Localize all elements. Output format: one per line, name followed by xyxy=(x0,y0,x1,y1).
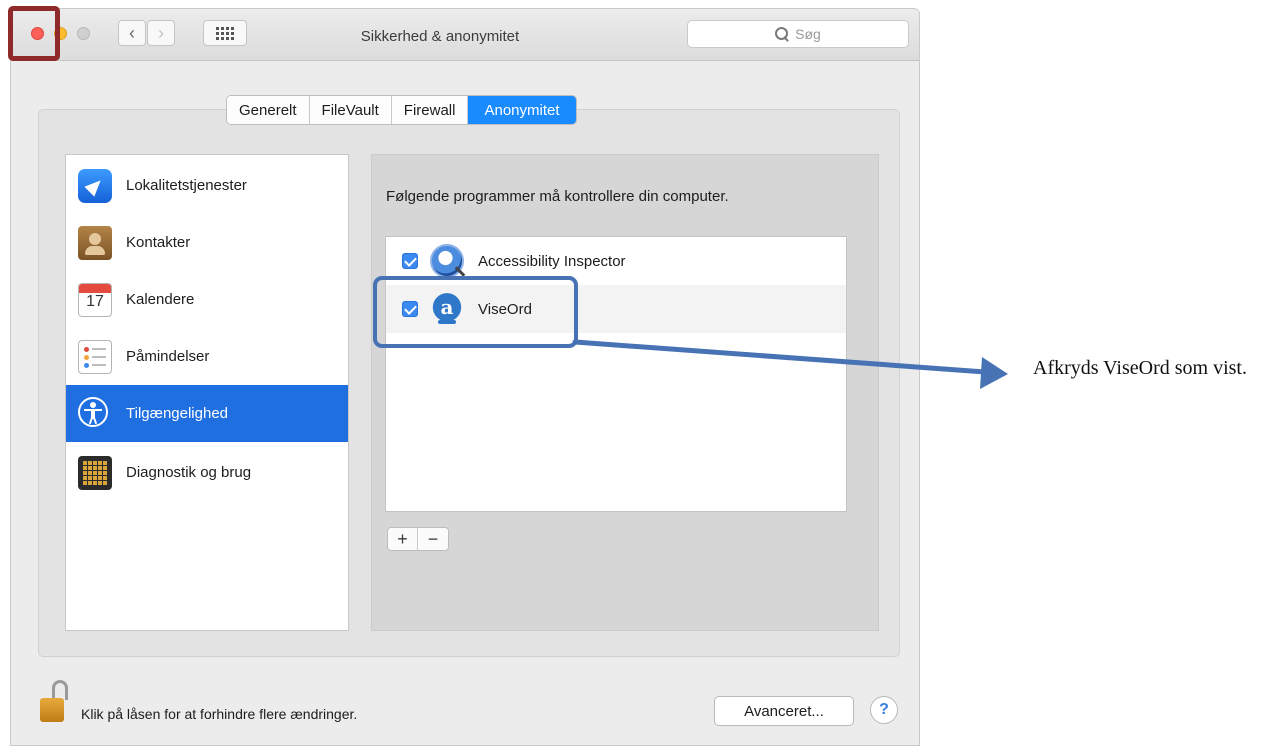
tab-anonymitet[interactable]: Anonymitet xyxy=(468,96,576,124)
sidebar-item-contacts[interactable]: Kontakter xyxy=(66,214,348,271)
chevron-right-icon: › xyxy=(158,23,164,43)
add-remove-control: + − xyxy=(387,527,449,551)
tab-filevault[interactable]: FileVault xyxy=(309,96,392,124)
tab-label: Anonymitet xyxy=(484,101,560,119)
add-app-button[interactable]: + xyxy=(388,528,419,550)
remove-app-button[interactable]: − xyxy=(418,528,448,550)
calendar-header xyxy=(79,283,111,293)
viseord-callout-box xyxy=(373,276,578,348)
panel-description: Følgende programmer må kontrollere din c… xyxy=(386,188,729,205)
diagnostics-grid-icon xyxy=(78,455,112,490)
tab-label: Generelt xyxy=(239,101,297,119)
contacts-book-icon xyxy=(78,225,112,260)
advanced-button[interactable]: Avanceret... xyxy=(714,696,854,726)
lock-hint-text: Klik på låsen for at forhindre flere ænd… xyxy=(81,706,358,722)
grid-icon xyxy=(216,26,234,40)
tab-generelt[interactable]: Generelt xyxy=(227,96,310,124)
sidebar-item-label: Diagnostik og brug xyxy=(126,464,252,481)
sidebar-item-diagnostics[interactable]: Diagnostik og brug xyxy=(66,444,348,501)
tab-bar: Generelt FileVault Firewall Anonymitet xyxy=(226,95,577,125)
sidebar-item-reminders[interactable]: Påmindelser xyxy=(66,328,348,385)
sidebar-item-label: Kalendere xyxy=(126,291,195,308)
window-title: Sikkerhed & anonymitet xyxy=(360,28,520,45)
show-all-button[interactable] xyxy=(203,20,247,46)
sidebar-item-label: Kontakter xyxy=(126,234,191,251)
sidebar-item-label: Tilgængelighed xyxy=(126,405,229,422)
arrow-head xyxy=(980,357,1008,389)
sidebar-item-label: Lokalitetstjenester xyxy=(126,177,247,194)
chevron-left-icon: ‹ xyxy=(129,23,135,43)
sidebar-item-label: Påmindelser xyxy=(126,348,210,365)
app-name: Accessibility Inspector xyxy=(478,252,626,270)
tab-firewall[interactable]: Firewall xyxy=(391,96,469,124)
calendar-day-number: 17 xyxy=(86,292,104,310)
back-button[interactable]: ‹ xyxy=(118,20,146,46)
location-arrow-icon xyxy=(78,168,112,203)
privacy-category-list[interactable]: Lokalitetstjenester Kontakter 17 Kalende… xyxy=(65,154,349,631)
sidebar-item-calendars[interactable]: 17 Kalendere xyxy=(66,271,348,328)
reminders-list-icon xyxy=(78,339,112,374)
annotation-text: Afkryds ViseOrd som vist. xyxy=(1033,357,1247,379)
accessibility-inspector-checkbox[interactable] xyxy=(402,253,418,269)
calendar-icon: 17 xyxy=(78,282,112,317)
zoom-window-button[interactable] xyxy=(77,27,90,40)
search-icon xyxy=(775,27,789,41)
sidebar-item-accessibility[interactable]: Tilgængelighed xyxy=(66,385,348,442)
search-field[interactable]: Søg xyxy=(687,20,909,48)
close-button-highlight xyxy=(8,6,60,61)
forward-button[interactable]: › xyxy=(147,20,175,46)
tab-label: FileVault xyxy=(321,101,379,119)
lock-icon[interactable] xyxy=(40,680,70,724)
help-button[interactable]: ? xyxy=(870,696,898,724)
accessibility-icon xyxy=(78,396,112,431)
tab-label: Firewall xyxy=(403,101,456,119)
accessibility-inspector-icon xyxy=(430,244,464,278)
search-placeholder: Søg xyxy=(795,26,821,42)
sidebar-item-location-services[interactable]: Lokalitetstjenester xyxy=(66,157,348,214)
